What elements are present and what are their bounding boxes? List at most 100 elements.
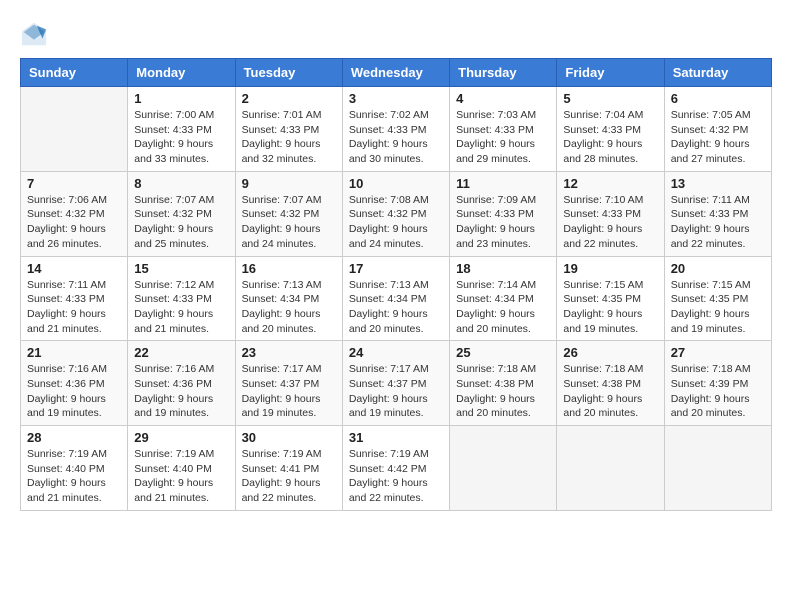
calendar-cell: 18Sunrise: 7:14 AMSunset: 4:34 PMDayligh… [450, 256, 557, 341]
day-number: 31 [349, 430, 443, 445]
day-info: Sunrise: 7:04 AMSunset: 4:33 PMDaylight:… [563, 108, 657, 167]
day-number: 6 [671, 91, 765, 106]
week-row-1: 1Sunrise: 7:00 AMSunset: 4:33 PMDaylight… [21, 87, 772, 172]
calendar-cell: 17Sunrise: 7:13 AMSunset: 4:34 PMDayligh… [342, 256, 449, 341]
day-number: 3 [349, 91, 443, 106]
day-number: 24 [349, 345, 443, 360]
day-info: Sunrise: 7:03 AMSunset: 4:33 PMDaylight:… [456, 108, 550, 167]
day-info: Sunrise: 7:12 AMSunset: 4:33 PMDaylight:… [134, 278, 228, 337]
day-info: Sunrise: 7:02 AMSunset: 4:33 PMDaylight:… [349, 108, 443, 167]
calendar-cell [557, 426, 664, 511]
calendar: SundayMondayTuesdayWednesdayThursdayFrid… [20, 58, 772, 511]
day-info: Sunrise: 7:19 AMSunset: 4:40 PMDaylight:… [134, 447, 228, 506]
day-number: 13 [671, 176, 765, 191]
day-info: Sunrise: 7:18 AMSunset: 4:38 PMDaylight:… [456, 362, 550, 421]
day-info: Sunrise: 7:13 AMSunset: 4:34 PMDaylight:… [242, 278, 336, 337]
calendar-cell: 20Sunrise: 7:15 AMSunset: 4:35 PMDayligh… [664, 256, 771, 341]
week-row-4: 21 Sunrise: 7:16 AMSunset: 4:36 PMDayligh… [21, 341, 772, 426]
day-info: Sunrise: 7:07 AMSunset: 4:32 PMDaylight:… [134, 193, 228, 252]
day-number: 19 [563, 261, 657, 276]
day-info: Sunrise: 7:18 AMSunset: 4:39 PMDaylight:… [671, 362, 765, 421]
week-row-3: 14 Sunrise: 7:11 AMSunset: 4:33 PMDayligh… [21, 256, 772, 341]
calendar-cell [21, 87, 128, 172]
calendar-cell: 27 Sunrise: 7:18 AMSunset: 4:39 PMDayligh… [664, 341, 771, 426]
week-row-2: 7 Sunrise: 7:06 AMSunset: 4:32 PMDaylight… [21, 171, 772, 256]
calendar-cell: 9 Sunrise: 7:07 AMSunset: 4:32 PMDaylight… [235, 171, 342, 256]
day-number: 2 [242, 91, 336, 106]
day-number: 21 [27, 345, 121, 360]
calendar-cell: 21 Sunrise: 7:16 AMSunset: 4:36 PMDayligh… [21, 341, 128, 426]
day-number: 15 [134, 261, 228, 276]
calendar-cell: 14 Sunrise: 7:11 AMSunset: 4:33 PMDayligh… [21, 256, 128, 341]
day-number: 29 [134, 430, 228, 445]
calendar-cell: 23Sunrise: 7:17 AMSunset: 4:37 PMDayligh… [235, 341, 342, 426]
day-number: 18 [456, 261, 550, 276]
day-number: 25 [456, 345, 550, 360]
day-number: 27 [671, 345, 765, 360]
weekday-header-thursday: Thursday [450, 59, 557, 87]
weekday-header-saturday: Saturday [664, 59, 771, 87]
weekday-header-friday: Friday [557, 59, 664, 87]
day-info: Sunrise: 7:15 AMSunset: 4:35 PMDaylight:… [563, 278, 657, 337]
day-info: Sunrise: 7:11 AMSunset: 4:33 PMDaylight:… [671, 193, 765, 252]
calendar-cell: 11Sunrise: 7:09 AMSunset: 4:33 PMDayligh… [450, 171, 557, 256]
weekday-header-tuesday: Tuesday [235, 59, 342, 87]
calendar-cell: 6 Sunrise: 7:05 AMSunset: 4:32 PMDaylight… [664, 87, 771, 172]
day-info: Sunrise: 7:01 AMSunset: 4:33 PMDaylight:… [242, 108, 336, 167]
logo [20, 20, 52, 48]
day-info: Sunrise: 7:18 AMSunset: 4:38 PMDaylight:… [563, 362, 657, 421]
day-number: 26 [563, 345, 657, 360]
day-number: 5 [563, 91, 657, 106]
calendar-cell: 2 Sunrise: 7:01 AMSunset: 4:33 PMDaylight… [235, 87, 342, 172]
logo-icon [20, 20, 48, 48]
calendar-cell: 28 Sunrise: 7:19 AMSunset: 4:40 PMDayligh… [21, 426, 128, 511]
calendar-cell: 1Sunrise: 7:00 AMSunset: 4:33 PMDaylight… [128, 87, 235, 172]
day-info: Sunrise: 7:08 AMSunset: 4:32 PMDaylight:… [349, 193, 443, 252]
calendar-cell: 3 Sunrise: 7:02 AMSunset: 4:33 PMDaylight… [342, 87, 449, 172]
weekday-header-monday: Monday [128, 59, 235, 87]
day-number: 30 [242, 430, 336, 445]
calendar-cell: 19 Sunrise: 7:15 AMSunset: 4:35 PMDayligh… [557, 256, 664, 341]
week-row-5: 28 Sunrise: 7:19 AMSunset: 4:40 PMDayligh… [21, 426, 772, 511]
day-number: 11 [456, 176, 550, 191]
day-info: Sunrise: 7:00 AMSunset: 4:33 PMDaylight:… [134, 108, 228, 167]
calendar-cell: 26 Sunrise: 7:18 AMSunset: 4:38 PMDayligh… [557, 341, 664, 426]
day-number: 7 [27, 176, 121, 191]
calendar-cell: 31 Sunrise: 7:19 AMSunset: 4:42 PMDayligh… [342, 426, 449, 511]
day-number: 8 [134, 176, 228, 191]
day-info: Sunrise: 7:13 AMSunset: 4:34 PMDaylight:… [349, 278, 443, 337]
day-info: Sunrise: 7:06 AMSunset: 4:32 PMDaylight:… [27, 193, 121, 252]
day-number: 23 [242, 345, 336, 360]
header [20, 20, 772, 48]
day-number: 12 [563, 176, 657, 191]
day-number: 28 [27, 430, 121, 445]
day-info: Sunrise: 7:16 AMSunset: 4:36 PMDaylight:… [27, 362, 121, 421]
calendar-cell: 22Sunrise: 7:16 AMSunset: 4:36 PMDayligh… [128, 341, 235, 426]
calendar-cell: 5 Sunrise: 7:04 AMSunset: 4:33 PMDaylight… [557, 87, 664, 172]
day-info: Sunrise: 7:11 AMSunset: 4:33 PMDaylight:… [27, 278, 121, 337]
weekday-header-row: SundayMondayTuesdayWednesdayThursdayFrid… [21, 59, 772, 87]
calendar-cell: 10 Sunrise: 7:08 AMSunset: 4:32 PMDayligh… [342, 171, 449, 256]
day-info: Sunrise: 7:19 AMSunset: 4:40 PMDaylight:… [27, 447, 121, 506]
day-info: Sunrise: 7:17 AMSunset: 4:37 PMDaylight:… [349, 362, 443, 421]
calendar-cell: 7 Sunrise: 7:06 AMSunset: 4:32 PMDaylight… [21, 171, 128, 256]
weekday-header-sunday: Sunday [21, 59, 128, 87]
day-info: Sunrise: 7:10 AMSunset: 4:33 PMDaylight:… [563, 193, 657, 252]
day-info: Sunrise: 7:15 AMSunset: 4:35 PMDaylight:… [671, 278, 765, 337]
calendar-cell: 8 Sunrise: 7:07 AMSunset: 4:32 PMDaylight… [128, 171, 235, 256]
calendar-cell: 24 Sunrise: 7:17 AMSunset: 4:37 PMDayligh… [342, 341, 449, 426]
calendar-cell: 25 Sunrise: 7:18 AMSunset: 4:38 PMDayligh… [450, 341, 557, 426]
day-info: Sunrise: 7:19 AMSunset: 4:41 PMDaylight:… [242, 447, 336, 506]
calendar-cell [450, 426, 557, 511]
day-number: 9 [242, 176, 336, 191]
calendar-cell: 13 Sunrise: 7:11 AMSunset: 4:33 PMDayligh… [664, 171, 771, 256]
day-number: 14 [27, 261, 121, 276]
calendar-cell: 29 Sunrise: 7:19 AMSunset: 4:40 PMDayligh… [128, 426, 235, 511]
day-info: Sunrise: 7:07 AMSunset: 4:32 PMDaylight:… [242, 193, 336, 252]
calendar-cell: 4Sunrise: 7:03 AMSunset: 4:33 PMDaylight… [450, 87, 557, 172]
calendar-cell: 16Sunrise: 7:13 AMSunset: 4:34 PMDayligh… [235, 256, 342, 341]
calendar-cell: 15 Sunrise: 7:12 AMSunset: 4:33 PMDayligh… [128, 256, 235, 341]
day-info: Sunrise: 7:19 AMSunset: 4:42 PMDaylight:… [349, 447, 443, 506]
day-info: Sunrise: 7:05 AMSunset: 4:32 PMDaylight:… [671, 108, 765, 167]
day-number: 10 [349, 176, 443, 191]
